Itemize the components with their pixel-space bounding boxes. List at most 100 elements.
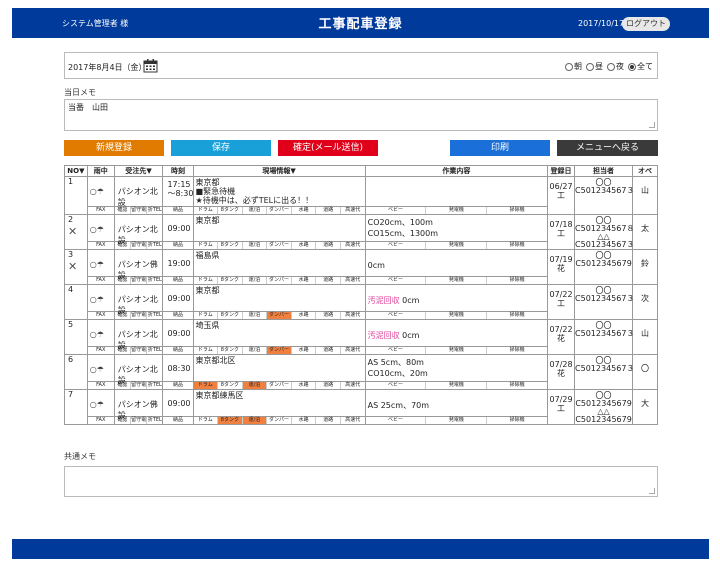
site-sub-item[interactable]: 道路 xyxy=(316,207,341,214)
client-sub-item[interactable]: 折TEL xyxy=(147,312,162,319)
delivery-cell[interactable]: 納品 xyxy=(162,416,194,425)
site-sub-item[interactable]: 水路 xyxy=(292,417,317,424)
work-content-cell[interactable] xyxy=(364,176,549,207)
client-sub-item[interactable]: 留守電 xyxy=(131,347,148,354)
time-radio[interactable]: 朝 xyxy=(565,61,582,72)
delivery-cell[interactable]: 納品 xyxy=(162,276,194,285)
site-sub-item[interactable]: 高速代 xyxy=(341,417,365,424)
work-sub-item[interactable]: ベビー xyxy=(366,207,427,214)
work-sub-item[interactable]: ベビー xyxy=(366,277,427,284)
work-sub-item[interactable]: 掃除機 xyxy=(487,312,547,319)
site-info-cell[interactable]: 埼玉県 xyxy=(192,319,366,347)
site-sub-item[interactable]: 運/泊 xyxy=(243,347,268,354)
site-sub-item[interactable]: 道路 xyxy=(316,347,341,354)
delivery-cell[interactable]: 納品 xyxy=(162,311,194,320)
new-button[interactable]: 新規登録 xyxy=(64,140,164,156)
work-content-cell[interactable]: 汚泥回収 0cm xyxy=(364,284,549,312)
work-content-cell[interactable]: 汚泥回収 0cm xyxy=(364,319,549,347)
site-sub-item[interactable]: 8タンク xyxy=(218,207,243,214)
site-sub-item[interactable]: 水路 xyxy=(292,382,317,389)
delivery-cell[interactable]: 納品 xyxy=(162,241,194,250)
work-sub-item[interactable]: 発電機 xyxy=(426,207,488,214)
work-sub-item[interactable]: 発電機 xyxy=(426,312,488,319)
site-sub-item[interactable]: 運/泊 xyxy=(243,312,268,319)
site-sub-item[interactable]: 水路 xyxy=(292,312,317,319)
site-sub-item[interactable]: 水路 xyxy=(292,347,317,354)
save-button[interactable]: 保存 xyxy=(171,140,271,156)
client-sub-item[interactable]: 留守電 xyxy=(131,417,148,424)
work-sub-item[interactable]: 発電機 xyxy=(426,242,488,249)
site-sub-item[interactable]: ダンパー xyxy=(267,277,292,284)
site-info-cell[interactable]: 東京都練馬区 xyxy=(192,389,366,417)
site-sub-item[interactable]: ダンパー xyxy=(267,417,292,424)
work-sub-item[interactable]: 発電機 xyxy=(426,382,488,389)
site-sub-item[interactable]: 運/泊 xyxy=(242,382,268,389)
site-sub-item[interactable]: 8タンク xyxy=(218,312,243,319)
print-button[interactable]: 印刷 xyxy=(450,140,550,156)
site-sub-item[interactable]: ダンパー xyxy=(267,382,292,389)
work-content-cell[interactable]: AS 25cm、70m xyxy=(364,389,549,417)
site-info-cell[interactable]: 東京都 xyxy=(192,284,366,312)
client-sub-item[interactable]: 折TEL xyxy=(147,382,162,389)
logout-button[interactable]: ログアウト xyxy=(622,17,670,31)
client-sub-item[interactable]: 折TEL xyxy=(147,417,162,424)
client-sub-item[interactable]: 確認 xyxy=(115,417,131,424)
site-sub-item[interactable]: 高速代 xyxy=(341,382,365,389)
resize-grip-icon[interactable] xyxy=(649,488,655,494)
site-sub-item[interactable]: 8タンク xyxy=(218,277,243,284)
site-sub-item[interactable]: 運/泊 xyxy=(243,242,268,249)
site-info-cell[interactable]: 東京都 xyxy=(192,214,366,242)
site-sub-item[interactable]: 水路 xyxy=(292,242,317,249)
site-sub-item[interactable]: 8タンク xyxy=(218,382,243,389)
client-sub-item[interactable]: 留守電 xyxy=(131,207,148,214)
time-radio[interactable]: 全て xyxy=(628,61,653,72)
work-content-cell[interactable]: CO20cm、100m CO15cm、1300m xyxy=(364,214,549,242)
site-sub-item[interactable]: 運/泊 xyxy=(243,277,268,284)
site-sub-item[interactable]: ダンパー xyxy=(267,207,292,214)
site-sub-item[interactable]: 高速代 xyxy=(341,277,365,284)
umbrella-icon[interactable]: ○☂ xyxy=(90,365,104,374)
time-radio[interactable]: 昼 xyxy=(586,61,603,72)
site-sub-item[interactable]: 8タンク xyxy=(218,242,243,249)
client-sub-item[interactable]: 留守電 xyxy=(131,382,148,389)
work-sub-item[interactable]: 掃除機 xyxy=(487,382,547,389)
site-sub-item[interactable]: ダンパー xyxy=(267,312,292,319)
work-sub-item[interactable]: ベビー xyxy=(366,312,427,319)
site-info-cell[interactable]: 東京都 ■緊急待機 ★待機中は、必ずTELに出る！！ xyxy=(192,176,366,207)
umbrella-icon[interactable]: ○☂ xyxy=(90,225,104,234)
site-sub-item[interactable]: 道路 xyxy=(316,277,341,284)
site-sub-item[interactable]: 8タンク xyxy=(218,417,243,424)
fax-cell[interactable]: FAX xyxy=(86,346,115,355)
client-sub-item[interactable]: 確認 xyxy=(115,277,131,284)
client-sub-item[interactable]: 確認 xyxy=(115,207,131,214)
site-info-cell[interactable]: 東京都北区 xyxy=(192,354,366,382)
site-sub-item[interactable]: ドラム xyxy=(194,347,219,354)
work-sub-item[interactable]: ベビー xyxy=(366,417,427,424)
client-sub-item[interactable]: 留守電 xyxy=(131,242,148,249)
site-sub-item[interactable]: 道路 xyxy=(316,242,341,249)
work-sub-item[interactable]: 掃除機 xyxy=(487,207,547,214)
time-radio[interactable]: 夜 xyxy=(607,61,624,72)
common-memo-field[interactable] xyxy=(64,466,658,497)
client-sub-item[interactable]: 折TEL xyxy=(147,207,162,214)
umbrella-icon[interactable]: ○☂ xyxy=(90,187,104,196)
client-sub-item[interactable]: 留守電 xyxy=(131,312,148,319)
site-sub-item[interactable]: 高速代 xyxy=(341,347,365,354)
umbrella-icon[interactable]: ○☂ xyxy=(90,295,104,304)
client-sub-item[interactable]: 折TEL xyxy=(147,347,162,354)
umbrella-icon[interactable]: ○☂ xyxy=(90,330,104,339)
fax-cell[interactable]: FAX xyxy=(86,311,115,320)
site-sub-item[interactable]: 運/泊 xyxy=(242,417,268,424)
work-sub-item[interactable]: 掃除機 xyxy=(487,242,547,249)
work-content-cell[interactable]: AS 5cm、80m CO10cm、20m xyxy=(364,354,549,382)
resize-grip-icon[interactable] xyxy=(649,122,655,128)
site-sub-item[interactable]: 8タンク xyxy=(218,347,243,354)
site-info-cell[interactable]: 福島県 xyxy=(192,249,366,277)
fax-cell[interactable]: FAX xyxy=(86,206,115,215)
site-sub-item[interactable]: ドラム xyxy=(194,312,219,319)
cancel-icon[interactable]: ✕ xyxy=(68,260,77,273)
confirm-button[interactable]: 確定(メール送信) xyxy=(278,140,378,156)
site-sub-item[interactable]: 高速代 xyxy=(341,207,365,214)
column-header[interactable]: 受注先▼ xyxy=(113,165,164,177)
fax-cell[interactable]: FAX xyxy=(86,276,115,285)
